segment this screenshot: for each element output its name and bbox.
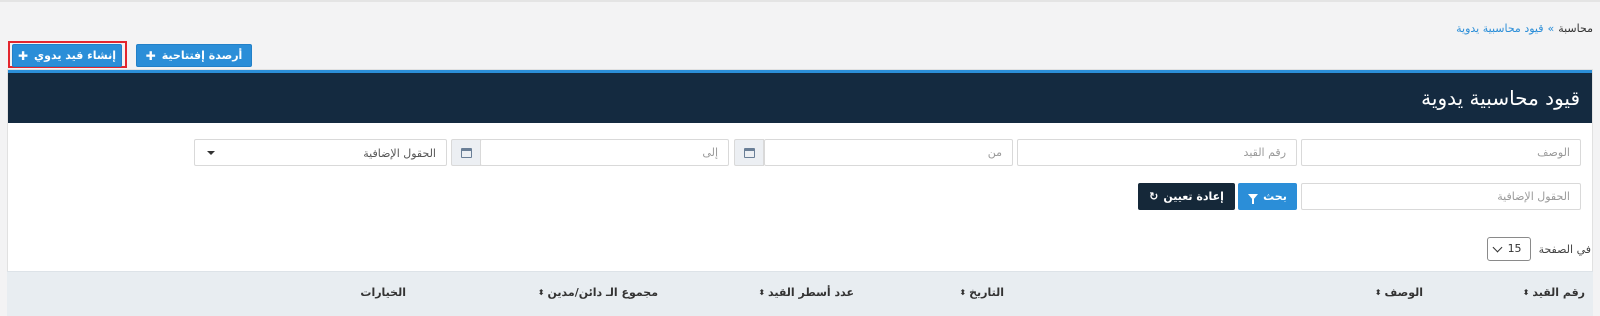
column-header-description[interactable]: الوصف ⬍ bbox=[1375, 286, 1423, 299]
column-header-entry-number[interactable]: رقم القيد ⬍ bbox=[1523, 286, 1585, 299]
breadcrumb: محاسبة » قيود محاسبية يدوية bbox=[1456, 22, 1593, 35]
breadcrumb-current[interactable]: قيود محاسبية يدوية bbox=[1456, 22, 1543, 35]
column-header-date[interactable]: التاريخ ⬍ bbox=[959, 286, 1004, 299]
sort-icon: ⬍ bbox=[1522, 287, 1530, 297]
date-from-input[interactable]: من bbox=[764, 139, 1013, 166]
date-to-input[interactable]: إلى bbox=[480, 139, 729, 166]
column-label: عدد أسطر القيد bbox=[768, 286, 854, 299]
panel-title: قيود محاسبية يدوية bbox=[8, 73, 1592, 123]
sort-icon: ⬍ bbox=[758, 287, 766, 297]
entry-number-filter-input[interactable]: رقم القيد bbox=[1017, 139, 1297, 166]
description-filter-input[interactable]: الوصف bbox=[1301, 139, 1581, 166]
column-label: التاريخ bbox=[969, 286, 1004, 299]
reset-icon: ↻ bbox=[1149, 190, 1159, 203]
sort-icon: ⬍ bbox=[959, 287, 967, 297]
column-label: مجموع الـ دائن/مدين bbox=[547, 286, 659, 299]
chevron-down-icon bbox=[1492, 242, 1503, 253]
top-border bbox=[0, 0, 1600, 2]
create-manual-entry-label: إنشاء قيد يدوي bbox=[34, 49, 117, 62]
column-label: رقم القيد bbox=[1532, 286, 1585, 299]
extra-fields-select-label: الحقول الإضافية bbox=[363, 147, 436, 160]
extra-fields-filter-input[interactable]: الحقول الإضافية bbox=[1301, 183, 1581, 210]
sort-icon: ⬍ bbox=[537, 287, 545, 297]
column-header-options: الخيارات bbox=[360, 286, 406, 299]
column-label: الوصف bbox=[1384, 286, 1423, 299]
column-header-credit-debit-total[interactable]: مجموع الـ دائن/مدين ⬍ bbox=[538, 286, 658, 299]
extra-fields-select[interactable]: الحقول الإضافية bbox=[194, 139, 447, 166]
search-button-label: بحث bbox=[1263, 190, 1287, 203]
per-page-value: 15 bbox=[1507, 242, 1522, 255]
table-header: رقم القيد ⬍ الوصف ⬍ التاريخ ⬍ عدد أسطر ا… bbox=[7, 271, 1593, 316]
calendar-icon bbox=[460, 147, 472, 158]
date-from-calendar-button[interactable] bbox=[734, 139, 764, 166]
opening-balances-label: أرصدة إفتتاحية bbox=[161, 49, 243, 62]
per-page-control: في الصفحة 15 bbox=[1486, 237, 1591, 261]
opening-balances-button[interactable]: أرصدة إفتتاحية ✚ bbox=[136, 44, 252, 67]
breadcrumb-root[interactable]: محاسبة bbox=[1558, 22, 1593, 35]
column-header-line-count[interactable]: عدد أسطر القيد ⬍ bbox=[758, 286, 854, 299]
plus-icon: ✚ bbox=[145, 48, 156, 63]
sort-icon: ⬍ bbox=[1374, 287, 1382, 297]
search-button[interactable]: بحث bbox=[1238, 183, 1297, 210]
create-manual-entry-button[interactable]: إنشاء قيد يدوي ✚ bbox=[12, 44, 122, 67]
column-label: الخيارات bbox=[360, 286, 406, 299]
plus-icon: ✚ bbox=[17, 48, 29, 63]
filter-icon bbox=[1248, 193, 1259, 204]
calendar-icon bbox=[743, 147, 755, 158]
per-page-select[interactable]: 15 bbox=[1486, 237, 1531, 261]
reset-button[interactable]: إعادة تعيين ↻ bbox=[1138, 183, 1235, 210]
breadcrumb-separator: » bbox=[1547, 22, 1555, 35]
per-page-label: في الصفحة bbox=[1538, 242, 1591, 256]
reset-button-label: إعادة تعيين bbox=[1163, 190, 1224, 203]
date-to-calendar-button[interactable] bbox=[451, 139, 481, 166]
chevron-down-icon bbox=[207, 151, 215, 155]
